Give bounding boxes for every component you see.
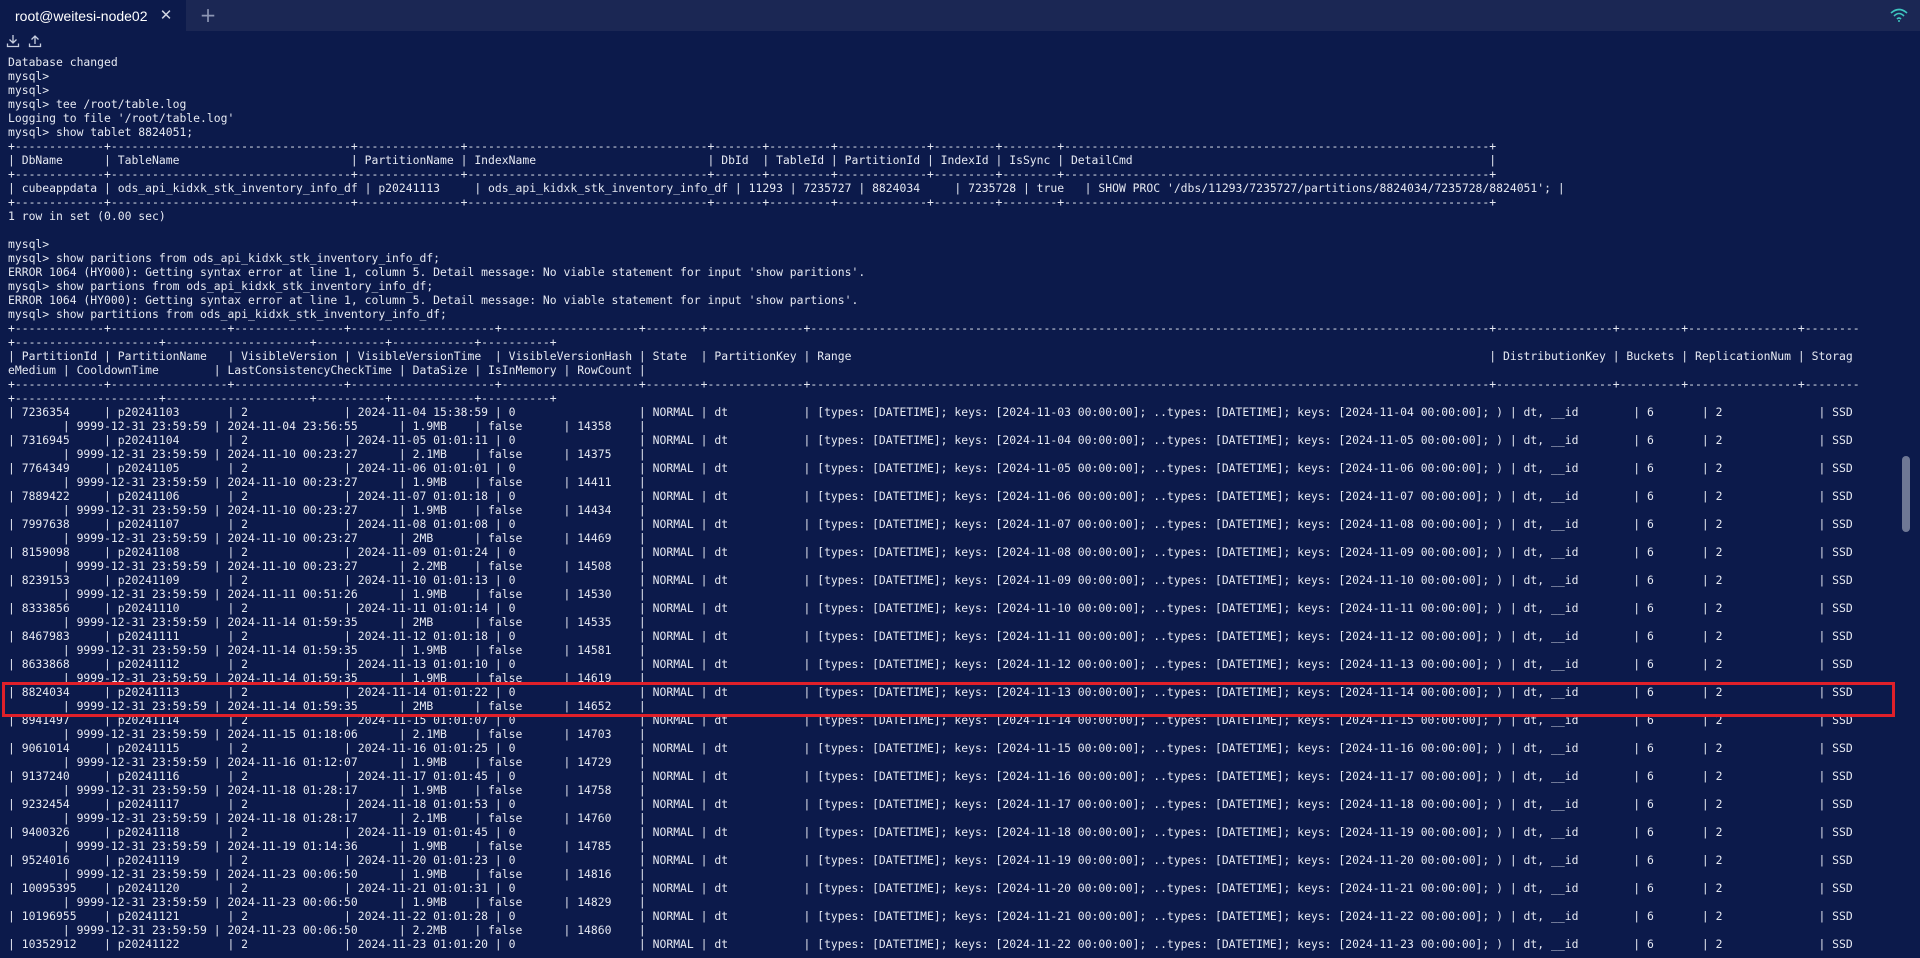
highlight-box [2, 682, 1895, 717]
wifi-icon [1890, 8, 1908, 22]
terminal-text: Database changed mysql> mysql> mysql> te… [8, 55, 1860, 951]
download-icon[interactable] [6, 34, 20, 48]
terminal-output[interactable]: Database changed mysql> mysql> mysql> te… [8, 55, 1898, 958]
terminal-toolbar [6, 34, 42, 50]
tab-title: root@weitesi-node02 [15, 7, 148, 24]
upload-icon[interactable] [28, 34, 42, 48]
scrollbar-thumb[interactable] [1902, 456, 1910, 532]
tab-bar: root@weitesi-node02 ✕ + [0, 0, 1920, 31]
close-icon[interactable]: ✕ [158, 7, 174, 23]
tab-session[interactable]: root@weitesi-node02 ✕ [0, 0, 186, 31]
plus-icon[interactable]: + [196, 4, 220, 28]
